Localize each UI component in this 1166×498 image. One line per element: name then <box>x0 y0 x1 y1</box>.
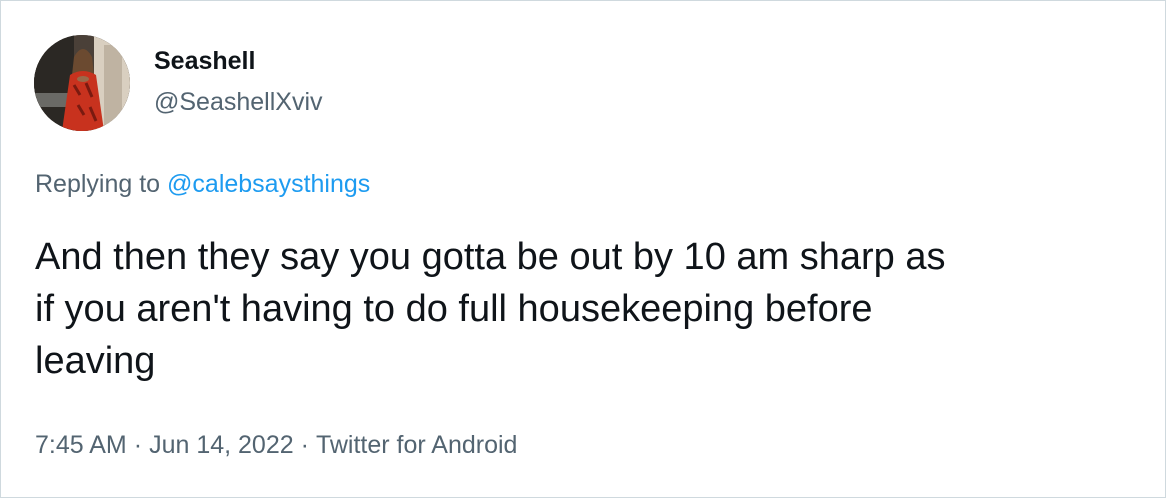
avatar[interactable] <box>34 35 130 131</box>
tweet-time[interactable]: 7:45 AM <box>35 431 127 459</box>
profile-photo-icon <box>34 35 130 131</box>
tweet-source[interactable]: Twitter for Android <box>316 431 517 459</box>
tweet-date[interactable]: Jun 14, 2022 <box>149 431 294 459</box>
tweet-meta: 7:45 AM · Jun 14, 2022 · Twitter for Android <box>35 430 517 460</box>
meta-separator: · <box>133 431 143 459</box>
reply-mention-link[interactable]: @calebsaysthings <box>167 170 370 198</box>
replying-to-label: Replying to <box>35 170 168 198</box>
user-handle[interactable]: @SeashellXviv <box>154 87 323 117</box>
meta-separator: · <box>300 431 309 459</box>
tweet-text: And then they say you gotta be out by 10… <box>35 236 946 382</box>
tweet-card: Seashell @SeashellXviv Replying to @cale… <box>0 0 1166 498</box>
display-name[interactable]: Seashell <box>154 46 255 76</box>
replying-to: Replying to @calebsaysthings <box>35 169 370 199</box>
